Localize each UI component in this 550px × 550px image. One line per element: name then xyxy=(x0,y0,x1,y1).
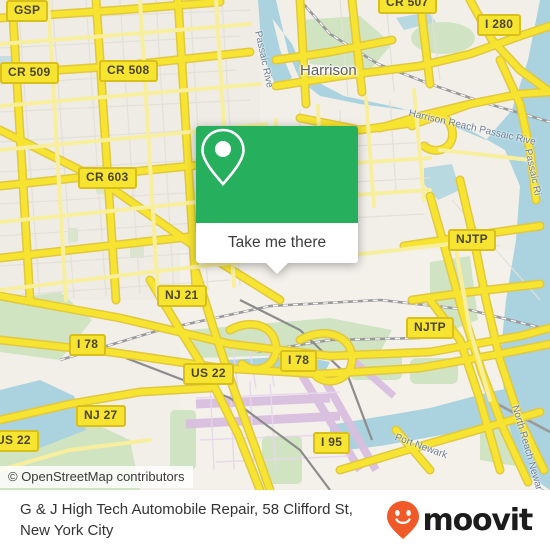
road-shield-nj27[interactable]: NJ 27 xyxy=(76,405,126,427)
take-me-there-button[interactable]: Take me there xyxy=(196,223,358,263)
place-label-harrison: Harrison xyxy=(300,62,357,79)
road-shield-us22[interactable]: US 22 xyxy=(183,363,234,385)
road-shield-cr509[interactable]: CR 509 xyxy=(0,62,59,84)
road-shield-cr603[interactable]: CR 603 xyxy=(78,167,137,189)
road-shield-i78[interactable]: I 78 xyxy=(69,334,107,356)
place-title: G & J High Tech Automobile Repair, 58 Cl… xyxy=(20,501,353,539)
road-shield-cr508[interactable]: CR 508 xyxy=(99,60,158,82)
popup-header xyxy=(196,126,358,223)
road-shield-us22[interactable]: US 22 xyxy=(0,430,39,452)
road-shield-njtp[interactable]: NJTP xyxy=(406,317,454,339)
road-shield-nj21[interactable]: NJ 21 xyxy=(157,285,207,307)
moovit-wordmark: moovit xyxy=(422,502,534,538)
popup-pointer-tail xyxy=(266,263,288,274)
road-shield-gsp[interactable]: GSP xyxy=(6,0,49,22)
road-shield-njtp[interactable]: NJTP xyxy=(448,229,496,251)
road-shield-i280[interactable]: I 280 xyxy=(477,14,522,36)
moovit-smiley-pin-icon xyxy=(386,501,419,539)
map-pin-icon xyxy=(201,128,245,186)
road-shield-i95[interactable]: I 95 xyxy=(313,432,351,454)
moovit-logo[interactable]: moovit xyxy=(386,500,536,540)
footer-bar: G & J High Tech Automobile Repair, 58 Cl… xyxy=(0,490,550,550)
map-screenshot: Harrison Passaic Rive Harrison Reach Pas… xyxy=(0,0,550,550)
road-shield-i78[interactable]: I 78 xyxy=(280,350,318,372)
take-me-there-label: Take me there xyxy=(227,234,327,251)
location-popup-card[interactable]: Take me there xyxy=(196,126,358,274)
osm-attribution[interactable]: © OpenStreetMap contributors xyxy=(0,466,193,488)
map-canvas[interactable]: Harrison Passaic Rive Harrison Reach Pas… xyxy=(0,0,550,490)
road-shield-cr507[interactable]: CR 507 xyxy=(378,0,437,14)
